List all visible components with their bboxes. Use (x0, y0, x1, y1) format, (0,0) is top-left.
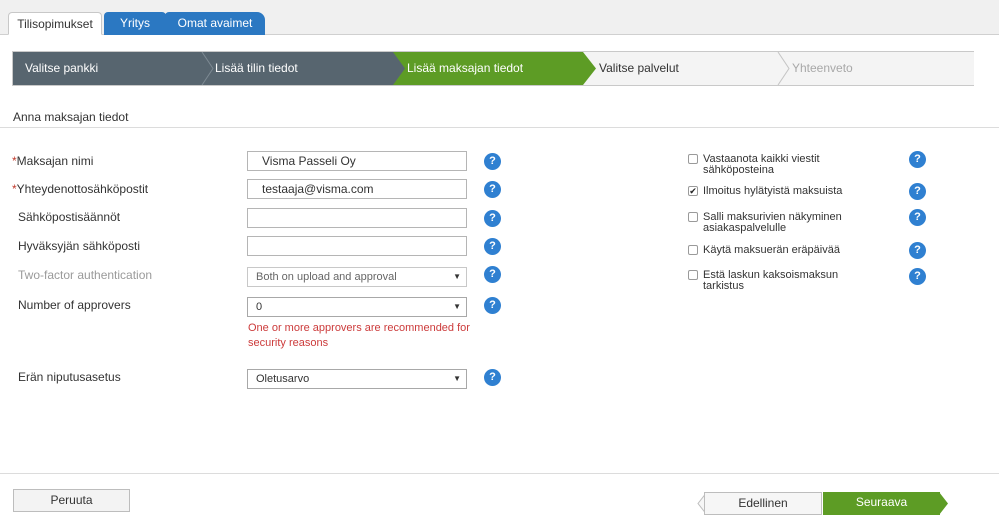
email-rules-input[interactable] (247, 208, 467, 228)
help-icon[interactable]: ? (484, 153, 501, 170)
batch-setting-value: Oletusarvo (256, 373, 310, 385)
help-icon[interactable]: ? (484, 181, 501, 198)
cancel-button[interactable]: Peruuta (13, 489, 130, 512)
wizard-step-lisaa-maksajan-tiedot[interactable]: Lisää maksajan tiedot (393, 52, 583, 85)
help-icon[interactable]: ? (909, 242, 926, 259)
option-label: Ilmoitus hylätyistä maksuista (703, 185, 843, 197)
help-icon[interactable]: ? (484, 369, 501, 386)
next-button[interactable]: Seuraava (823, 492, 940, 515)
wizard-step-lisaa-tilin-tiedot[interactable]: Lisää tilin tiedot (213, 52, 393, 85)
help-icon[interactable]: ? (909, 183, 926, 200)
batch-setting-select[interactable]: Oletusarvo ▼ (247, 369, 467, 389)
divider (0, 473, 999, 474)
wizard-arrow-icon (583, 52, 596, 85)
divider (0, 127, 999, 128)
num-approvers-label: Number of approvers (18, 298, 131, 312)
option-label: Salli maksurivien näkyminen asiakaspalve… (703, 211, 842, 234)
tab-tilisopimukset[interactable]: Tilisopimukset (8, 12, 102, 35)
approver-email-input[interactable] (247, 236, 467, 256)
wizard-step-valitse-palvelut[interactable]: Valitse palvelut (583, 52, 778, 85)
option-label: Vastaanota kaikki viestit sähköposteina (703, 153, 820, 176)
approvers-warning: One or more approvers are recommended fo… (248, 322, 470, 349)
checkbox-prevent-double-payment-check[interactable] (688, 270, 698, 280)
two-factor-select: Both on upload and approval ▼ (247, 267, 467, 287)
previous-button[interactable]: Edellinen (704, 492, 822, 515)
contact-email-label: *Yhteydenottosähköpostit (12, 182, 149, 196)
approver-email-label: Hyväksyjän sähköposti (18, 239, 141, 253)
two-factor-label: Two-factor authentication (18, 268, 153, 282)
wizard-separator-icon (777, 52, 790, 85)
checkbox-rejected-payments[interactable]: ✔ (688, 186, 698, 196)
next-arrow-icon (939, 492, 948, 515)
option-label: Estä laskun kaksoismaksun tarkistus (703, 269, 839, 292)
contact-email-input[interactable] (247, 179, 467, 199)
num-approvers-value: 0 (256, 301, 263, 313)
tab-omat-avaimet[interactable]: Omat avaimet (165, 12, 265, 35)
wizard-step-yhteenveto: Yhteenveto (778, 52, 974, 85)
checkbox-show-to-support[interactable] (688, 212, 698, 222)
help-icon[interactable]: ? (484, 266, 501, 283)
batch-setting-label: Erän niputusasetus (18, 370, 121, 384)
wizard-progress: Valitse pankki Lisää tilin tiedot Lisää … (12, 51, 974, 86)
two-factor-value: Both on upload and approval (256, 271, 397, 283)
num-approvers-select[interactable]: 0 ▼ (247, 297, 467, 317)
help-icon[interactable]: ? (484, 297, 501, 314)
help-icon[interactable]: ? (484, 210, 501, 227)
wizard-step-valitse-pankki[interactable]: Valitse pankki (13, 52, 213, 85)
help-icon[interactable]: ? (909, 268, 926, 285)
section-title: Anna maksajan tiedot (13, 110, 129, 124)
wizard-separator-icon (201, 52, 214, 85)
checkbox-receive-all-email[interactable] (688, 154, 698, 164)
chevron-down-icon: ▼ (453, 374, 461, 383)
checkbox-batch-due-date[interactable] (688, 245, 698, 255)
help-icon[interactable]: ? (909, 209, 926, 226)
chevron-down-icon: ▼ (453, 302, 461, 311)
tab-yritys[interactable]: Yritys (104, 12, 166, 35)
help-icon[interactable]: ? (484, 238, 501, 255)
wizard-arrow-icon (393, 52, 405, 85)
top-tab-bar: Tilisopimukset Yritys Omat avaimet (0, 0, 999, 35)
email-rules-label: Sähköpostisäännöt (18, 210, 121, 224)
payer-name-input[interactable] (247, 151, 467, 171)
chevron-down-icon: ▼ (453, 272, 461, 281)
option-label: Käytä maksuerän eräpäivää (703, 244, 840, 256)
help-icon[interactable]: ? (909, 151, 926, 168)
payer-name-label: *Maksajan nimi (12, 154, 94, 168)
